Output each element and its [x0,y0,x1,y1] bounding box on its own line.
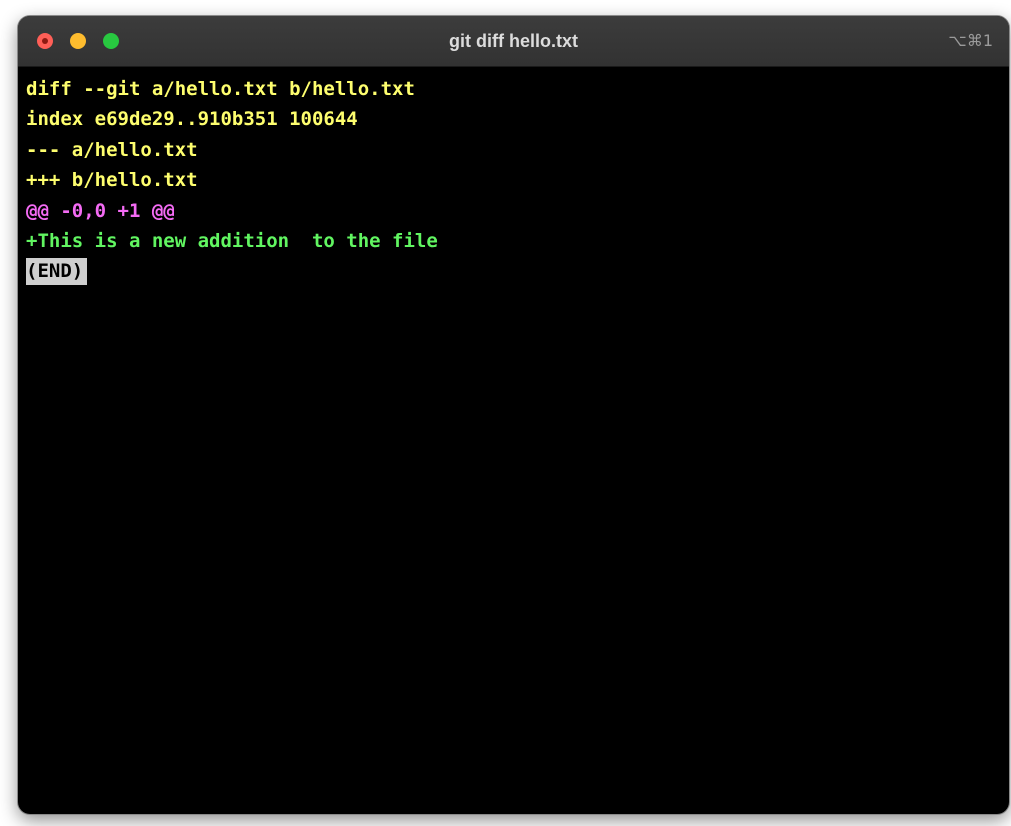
terminal-content[interactable]: diff --git a/hello.txt b/hello.txt index… [26,74,1001,804]
title-bar[interactable]: git diff hello.txt ⌥⌘1 [18,16,1009,67]
terminal-window: git diff hello.txt ⌥⌘1 diff --git a/hell… [18,16,1009,814]
diff-added-line: +This is a new addition to the file [26,229,438,252]
diff-hunk-header: @@ -0,0 +1 @@ [26,199,175,222]
pager-status-line: (END) [26,256,1001,286]
diff-new-file-line: +++ b/hello.txt [26,169,198,192]
pager-end-marker: (END) [26,258,88,286]
window-shortcut: ⌥⌘1 [948,31,993,50]
diff-header-line: diff --git a/hello.txt b/hello.txt [26,78,415,100]
window-title: git diff hello.txt [449,31,578,51]
diff-old-file-line: --- a/hello.txt [26,138,198,161]
diff-index-line: index e69de29..910b351 100644 [26,108,358,131]
